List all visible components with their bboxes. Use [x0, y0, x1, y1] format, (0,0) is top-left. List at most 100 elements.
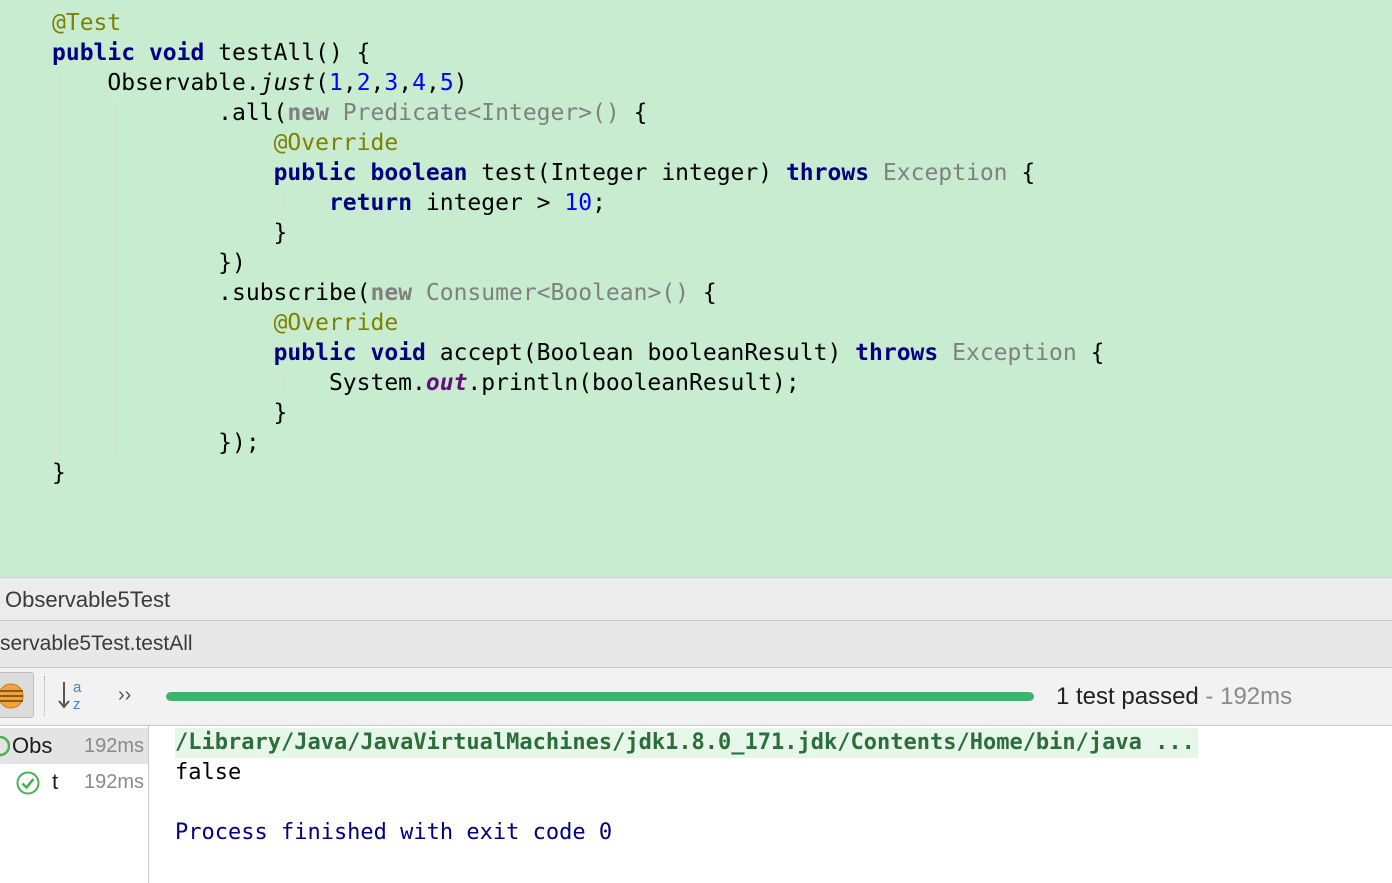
- code-token: 2: [356, 70, 371, 96]
- code-token: new: [287, 100, 329, 126]
- run-panel-title-bar: Observable5Test: [0, 577, 1392, 621]
- code-token: @Test: [52, 10, 122, 36]
- code-token: out: [425, 370, 468, 396]
- code-token: Predicate<Integer>(): [328, 100, 620, 126]
- test-status-passed: 1 test passed: [1056, 683, 1199, 710]
- code-token: test(Integer integer): [467, 160, 786, 186]
- console-output[interactable]: /Library/Java/JavaVirtualMachines/jdk1.8…: [150, 726, 1392, 883]
- code-token: return: [328, 190, 413, 216]
- code-token: ,: [398, 70, 413, 96]
- code-token: 5: [439, 70, 454, 96]
- code-token: public: [52, 40, 136, 66]
- test-status-duration: - 192ms: [1198, 683, 1293, 710]
- svg-text:z: z: [73, 696, 81, 713]
- code-token: ;: [592, 190, 606, 216]
- code-line: });: [52, 428, 260, 458]
- code-token: 3: [384, 70, 399, 96]
- sort-alphabetically-button[interactable]: a z: [56, 676, 90, 716]
- toggle-stop-button[interactable]: [0, 672, 34, 718]
- code-token: Observable.: [52, 70, 260, 96]
- code-token: accept(Boolean booleanResult): [425, 340, 856, 366]
- code-token: Consumer<Boolean>(): [412, 280, 689, 306]
- code-line: return integer > 10;: [52, 188, 606, 218]
- console-exit-line: Process finished with exit code 0: [175, 820, 613, 845]
- code-line: public void accept(Boolean booleanResult…: [52, 338, 1105, 368]
- stripe-circle-icon: [0, 683, 24, 709]
- code-token: @Override: [273, 310, 399, 336]
- console-stdout-line: false: [175, 760, 242, 785]
- console-command-line[interactable]: /Library/Java/JavaVirtualMachines/jdk1.8…: [175, 728, 1198, 758]
- sort-az-icon: a z: [58, 679, 82, 713]
- code-token: ): [453, 70, 468, 96]
- code-token: System.: [52, 370, 426, 396]
- code-token: {: [1076, 340, 1105, 366]
- code-line: }: [52, 218, 288, 248]
- svg-text:a: a: [73, 679, 82, 696]
- run-tab-label[interactable]: servable5Test.testAll: [0, 632, 193, 655]
- more-actions-chevron-icon[interactable]: ››: [118, 680, 142, 710]
- code-token: });: [52, 430, 260, 456]
- code-token: .all(: [52, 100, 288, 126]
- code-token: ,: [425, 70, 440, 96]
- toolbar-separator: [44, 676, 45, 716]
- code-token: just: [259, 70, 316, 96]
- code-token: 4: [412, 70, 426, 96]
- code-line: }: [52, 458, 66, 488]
- code-token: testAll() {: [204, 40, 371, 66]
- code-token: void: [370, 340, 426, 366]
- code-token: .println(booleanResult);: [467, 370, 800, 396]
- code-token: }: [52, 220, 288, 246]
- code-token: throws: [785, 160, 870, 186]
- code-line: @Test: [52, 8, 121, 38]
- code-line: System.out.println(booleanResult);: [52, 368, 800, 398]
- code-token: @Override: [273, 130, 399, 156]
- test-status: 1 test passed - 192ms: [1056, 679, 1292, 715]
- run-panel-title: Observable5Test: [5, 587, 171, 612]
- test-progress-fill: [166, 692, 1034, 701]
- code-token: ,: [370, 70, 385, 96]
- code-token: {: [1007, 160, 1036, 186]
- tree-item-name: Obs: [12, 733, 53, 758]
- tree-item-name: t: [52, 769, 59, 794]
- test-progress-bar: [166, 692, 1034, 701]
- test-passed-check-icon: [16, 771, 40, 795]
- code-token: }: [52, 460, 66, 486]
- code-line: @Override: [52, 128, 399, 158]
- code-token: (: [315, 70, 329, 96]
- code-line: Observable.just(1,2,3,4,5): [52, 68, 468, 98]
- code-token: 1: [328, 70, 343, 96]
- code-token: integer >: [412, 190, 565, 216]
- code-line: @Override: [52, 308, 399, 338]
- code-token: new: [370, 280, 413, 306]
- code-editor[interactable]: @Test public void testAll() { Observable.…: [0, 0, 1392, 577]
- code-token: public: [273, 160, 357, 186]
- tree-item-time: 192ms: [83, 735, 144, 757]
- code-token: public: [273, 340, 357, 366]
- code-token: {: [689, 280, 717, 306]
- test-suite-passed-icon: [0, 735, 10, 757]
- run-tab-bar: servable5Test.testAll: [0, 621, 1392, 668]
- test-results-tree: Obs 192ms t 192ms: [0, 726, 149, 883]
- code-line: }: [52, 398, 288, 428]
- code-line: }): [52, 248, 246, 278]
- tree-row-test-suite[interactable]: Obs 192ms: [0, 728, 148, 764]
- code-line: public void testAll() {: [52, 38, 371, 68]
- code-token: }): [52, 250, 246, 276]
- tree-row-test-method[interactable]: t 192ms: [0, 764, 148, 800]
- code-line: .subscribe(new Consumer<Boolean>() {: [52, 278, 717, 308]
- code-token: ,: [342, 70, 357, 96]
- code-token: void: [148, 40, 205, 66]
- code-token: }: [52, 400, 288, 426]
- code-line: .all(new Predicate<Integer>() {: [52, 98, 647, 128]
- code-line: public boolean test(Integer integer) thr…: [52, 158, 1036, 188]
